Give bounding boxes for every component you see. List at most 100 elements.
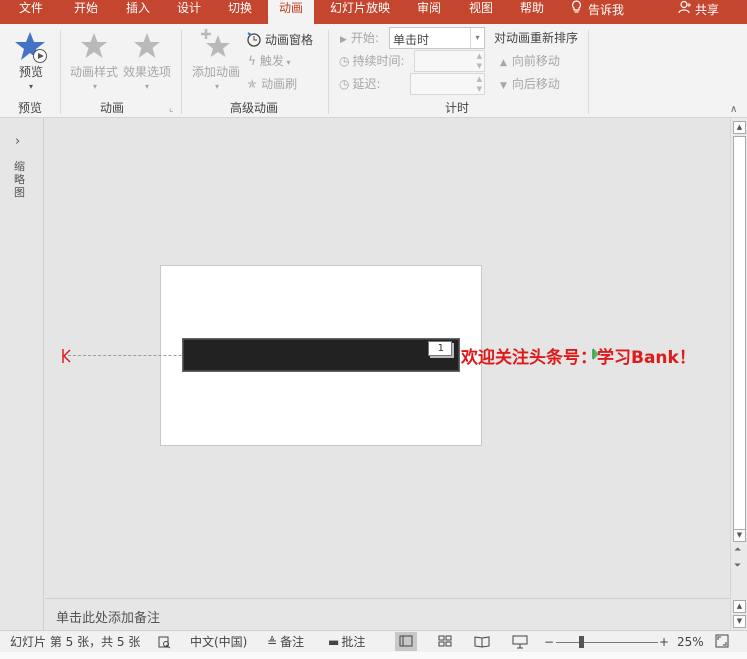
chevron-down-icon: ▾ <box>93 82 98 91</box>
preview-dropdown-icon[interactable]: ▾ <box>29 83 33 91</box>
thumbnail-pane-label[interactable]: 缩略图 <box>14 160 28 199</box>
status-bar: 幻灯片 第 5 张，共 5 张 中文(中国) ≜ 备注 ▬ 批注 − + 25% <box>0 630 747 652</box>
animation-painter-button[interactable]: ✯ 动画刷 <box>247 77 297 91</box>
zoom-slider[interactable] <box>556 642 658 643</box>
scroll-thumb[interactable] <box>733 136 746 541</box>
start-label-text: 开始: <box>350 31 379 45</box>
clock-icon: ◷ <box>339 77 350 91</box>
share-label: 共享 <box>695 3 720 17</box>
notes-toggle-label: 备注 <box>280 635 305 649</box>
spin-down-icon[interactable]: ▼ <box>477 63 482 70</box>
comments-toggle-label: 批注 <box>341 635 366 649</box>
tab-review[interactable]: 审阅 <box>417 0 441 24</box>
vertical-scrollbar[interactable]: ▲ ▼ ⏶ ⏷ <box>730 118 747 598</box>
animation-style-star-icon <box>80 32 108 63</box>
slideshow-icon[interactable] <box>509 632 531 651</box>
scroll-up-icon[interactable]: ▲ <box>733 121 746 134</box>
accessibility-icon[interactable] <box>158 635 172 652</box>
tab-design[interactable]: 设计 <box>177 0 201 24</box>
preview-star-icon[interactable] <box>15 30 49 67</box>
chevron-down-icon: ▾ <box>145 82 150 91</box>
animation-order-badge[interactable]: 1 <box>428 341 452 356</box>
zoom-in-button[interactable]: + <box>659 635 669 649</box>
thumbnail-pane: › 缩略图 <box>0 118 44 630</box>
tell-me-box[interactable]: 告诉我 <box>571 0 624 24</box>
chevron-down-icon: ▾ <box>215 82 220 91</box>
scroll-down-icon[interactable]: ▼ <box>733 615 746 628</box>
scroll-down-icon[interactable]: ▼ <box>733 529 746 542</box>
normal-view-button[interactable] <box>395 632 417 651</box>
spin-down-icon[interactable]: ▼ <box>477 86 482 93</box>
trigger-label: 触发 <box>259 54 284 68</box>
spin-up-icon[interactable]: ▲ <box>477 76 482 83</box>
add-animation-icon <box>200 29 234 66</box>
play-icon: ▶ <box>340 35 347 45</box>
dialog-launcher-icon[interactable]: ⌞ <box>169 104 173 114</box>
trigger-button[interactable]: ϟ 触发 ▾ <box>248 54 291 70</box>
animated-shape[interactable] <box>182 338 460 372</box>
duration-input[interactable]: ▲ ▼ <box>414 50 485 72</box>
promo-text[interactable]: 欢迎关注头条号：学习Bank！ <box>461 343 696 368</box>
start-select-value: 单击时 <box>393 33 430 47</box>
triangle-up-icon: ▲ <box>500 58 507 68</box>
notes-scrollbar[interactable]: ▲ ▼ <box>730 598 747 630</box>
notes-toggle[interactable]: ≜ 备注 <box>267 635 304 649</box>
group-divider <box>328 30 329 114</box>
reorder-label: 对动画重新排序 <box>494 31 579 45</box>
next-slide-icon[interactable]: ⏷ <box>734 562 741 571</box>
tab-home[interactable]: 开始 <box>74 0 98 24</box>
previous-slide-icon[interactable]: ⏶ <box>734 546 741 555</box>
chevron-down-icon[interactable]: ▾ <box>470 28 484 48</box>
add-animation-button[interactable]: 添加动画 <box>192 65 240 79</box>
zoom-out-button[interactable]: − <box>544 635 554 649</box>
notes-placeholder: 单击此处添加备注 <box>56 611 161 626</box>
move-earlier-button[interactable]: ▲ 向前移动 <box>500 54 560 70</box>
animation-painter-label: 动画刷 <box>261 77 298 91</box>
share-button[interactable]: 共享 <box>678 0 719 24</box>
notes-pane[interactable]: 单击此处添加备注 <box>45 598 730 630</box>
group-divider <box>588 30 589 114</box>
tab-insert[interactable]: 插入 <box>126 0 150 24</box>
duration-label-text: 持续时间: <box>352 54 405 68</box>
background-window-strip <box>0 652 747 659</box>
language-indicator[interactable]: 中文(中国) <box>190 635 247 649</box>
tab-help[interactable]: 帮助 <box>520 0 544 24</box>
tab-view[interactable]: 视图 <box>469 0 493 24</box>
motion-path-end-icon[interactable] <box>587 348 599 363</box>
animation-pane-button[interactable]: 动画窗格 <box>246 31 313 50</box>
tab-slideshow[interactable]: 幻灯片放映 <box>330 0 390 24</box>
move-later-button[interactable]: ▼ 向后移动 <box>500 77 560 93</box>
fit-to-window-icon[interactable] <box>715 634 729 651</box>
tab-animations[interactable]: 动画 <box>268 0 314 24</box>
animation-style-button[interactable]: 动画样式 <box>70 65 118 79</box>
preview-button[interactable]: 预览 <box>19 65 43 79</box>
chevron-down-icon: ▾ <box>283 58 291 67</box>
scroll-up-icon[interactable]: ▲ <box>733 600 746 613</box>
motion-path-start-icon[interactable] <box>62 349 72 366</box>
chevron-right-icon[interactable]: › <box>15 134 20 149</box>
tab-file[interactable]: 文件 <box>19 0 43 24</box>
clock-icon: ◷ <box>339 54 350 68</box>
group-advanced-label: 高级动画 <box>230 101 279 115</box>
reading-view-icon[interactable] <box>471 632 493 651</box>
spin-up-icon[interactable]: ▲ <box>477 53 482 60</box>
effect-options-button[interactable]: 效果选项 <box>123 65 171 79</box>
tell-me-label: 告诉我 <box>588 3 625 17</box>
zoom-level[interactable]: 25% <box>677 635 704 649</box>
delay-input[interactable]: ▲ ▼ <box>410 73 485 95</box>
tab-transitions[interactable]: 切换 <box>228 0 252 24</box>
collapse-ribbon-icon[interactable]: ∧ <box>730 103 737 117</box>
start-select[interactable]: 单击时 ▾ <box>389 27 485 49</box>
triangle-down-icon: ▼ <box>500 81 507 91</box>
move-later-label: 向后移动 <box>511 77 560 91</box>
effect-options-star-icon <box>133 32 161 63</box>
duration-label: ◷ 持续时间: <box>339 54 405 68</box>
delay-label-text: 延迟: <box>352 77 381 91</box>
slide-sorter-icon[interactable] <box>434 632 456 651</box>
lightbulb-icon <box>571 0 582 19</box>
person-icon <box>678 0 692 19</box>
delay-label: ◷ 延迟: <box>339 77 381 91</box>
comments-toggle[interactable]: ▬ 批注 <box>328 635 365 649</box>
animation-pane-icon <box>246 31 262 50</box>
zoom-slider-thumb[interactable] <box>579 636 585 648</box>
